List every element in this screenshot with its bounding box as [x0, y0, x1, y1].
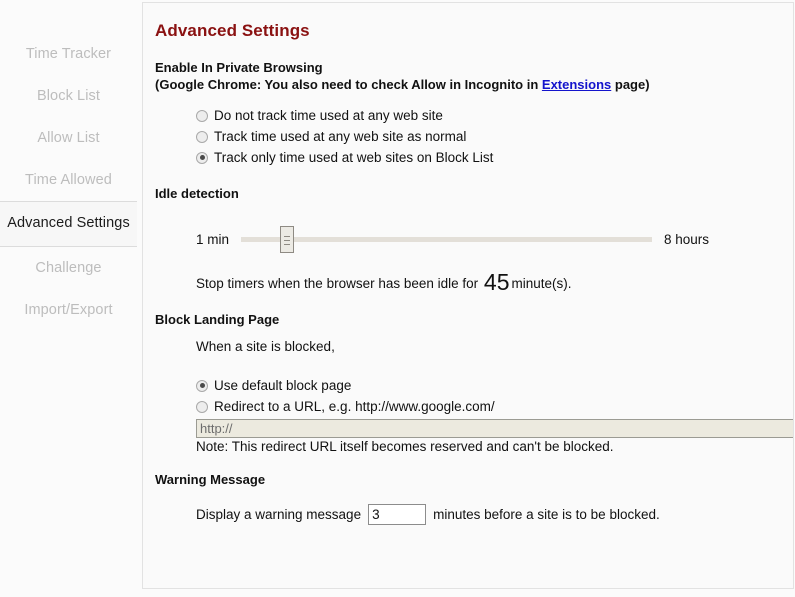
sidebar-item-label: Advanced Settings	[7, 215, 130, 231]
radio-icon[interactable]	[196, 109, 208, 122]
sidebar-item-label: Allow List	[37, 130, 100, 146]
sidebar-item-block-list[interactable]: Block List	[0, 75, 137, 117]
page-title: Advanced Settings	[155, 21, 310, 40]
block-landing-page-heading: Block Landing Page	[155, 312, 280, 327]
warning-message-prefix: Display a warning message	[196, 506, 362, 522]
radio-label: Track only time used at web sites on Blo…	[214, 150, 494, 165]
private-browsing-heading-line1: Enable In Private Browsing	[155, 60, 323, 75]
radio-icon-selected[interactable]	[196, 379, 208, 392]
radio-option-default-block-page[interactable]: Use default block page	[196, 375, 793, 396]
radio-label: Use default block page	[214, 378, 352, 393]
radio-option-do-not-track[interactable]: Do not track time used at any web site	[196, 105, 793, 126]
radio-icon[interactable]	[196, 130, 208, 143]
idle-summary-suffix: minute(s).	[511, 276, 572, 291]
sidebar-item-advanced-settings[interactable]: Advanced Settings	[0, 201, 137, 247]
private-browsing-note-suffix: page)	[611, 77, 650, 92]
idle-detection-body: 1 min 8 hours Stop timers when the brows…	[155, 224, 793, 294]
sidebar-item-import-export[interactable]: Import/Export	[0, 289, 137, 331]
radio-option-track-block-list[interactable]: Track only time used at web sites on Blo…	[196, 147, 793, 168]
radio-icon[interactable]	[196, 400, 208, 413]
private-browsing-heading-line2: (Google Chrome: You also need to check A…	[155, 76, 793, 93]
warning-message-body: Display a warning message minutes before…	[155, 502, 793, 526]
slider-min-label: 1 min	[196, 231, 230, 247]
slider-max-label: 8 hours	[664, 231, 710, 247]
sidebar-item-label: Block List	[36, 88, 101, 104]
sidebar-item-label: Import/Export	[24, 302, 113, 318]
private-browsing-options: Do not track time used at any web site T…	[155, 105, 793, 168]
sidebar-item-label: Time Tracker	[25, 46, 112, 62]
radio-icon-selected[interactable]	[196, 151, 208, 164]
sidebar-item-time-tracker[interactable]: Time Tracker	[0, 33, 137, 75]
idle-summary-prefix: Stop timers when the browser has been id…	[196, 276, 479, 291]
block-landing-intro: When a site is blocked,	[196, 339, 335, 354]
warning-minutes-input[interactable]	[368, 503, 427, 525]
redirect-url-note: Note: This redirect URL itself becomes r…	[196, 439, 614, 454]
content-panel: Advanced Settings Enable In Private Brow…	[142, 2, 794, 589]
idle-summary: Stop timers when the browser has been id…	[196, 269, 793, 295]
private-browsing-note-prefix: (Google Chrome: You also need to check A…	[155, 77, 542, 92]
sidebar-item-allow-list[interactable]: Allow List	[0, 117, 137, 159]
radio-option-redirect-url[interactable]: Redirect to a URL, e.g. http://www.googl…	[196, 396, 793, 417]
block-landing-page-body: When a site is blocked, Use default bloc…	[155, 339, 793, 454]
private-browsing-heading: Enable In Private Browsing (Google Chrom…	[155, 59, 793, 93]
slider-handle[interactable]	[280, 225, 295, 253]
warning-message-suffix: minutes before a site is to be blocked.	[433, 506, 660, 522]
radio-label: Track time used at any web site as norma…	[214, 129, 467, 144]
idle-minutes-value: 45	[483, 269, 510, 295]
idle-detection-heading: Idle detection	[155, 186, 239, 201]
warning-message-heading: Warning Message	[155, 472, 266, 487]
radio-label: Do not track time used at any web site	[214, 108, 443, 123]
idle-slider[interactable]	[241, 225, 653, 253]
sidebar-item-label: Time Allowed	[25, 172, 112, 188]
block-page-options: Use default block page Redirect to a URL…	[196, 375, 793, 417]
extensions-link[interactable]: Extensions	[542, 77, 611, 92]
sidebar-item-challenge[interactable]: Challenge	[0, 247, 137, 289]
app-root: Time Tracker Block List Allow List Time …	[0, 0, 795, 597]
radio-option-track-normal[interactable]: Track time used at any web site as norma…	[196, 126, 793, 147]
sidebar-item-time-allowed[interactable]: Time Allowed	[0, 159, 137, 201]
warning-message-row: Display a warning message minutes before…	[196, 502, 793, 526]
redirect-url-input[interactable]	[196, 419, 793, 438]
sidebar: Time Tracker Block List Allow List Time …	[0, 0, 137, 597]
radio-label: Redirect to a URL, e.g. http://www.googl…	[214, 399, 495, 414]
sidebar-item-label: Challenge	[35, 260, 102, 276]
idle-slider-row: 1 min 8 hours	[196, 224, 793, 254]
